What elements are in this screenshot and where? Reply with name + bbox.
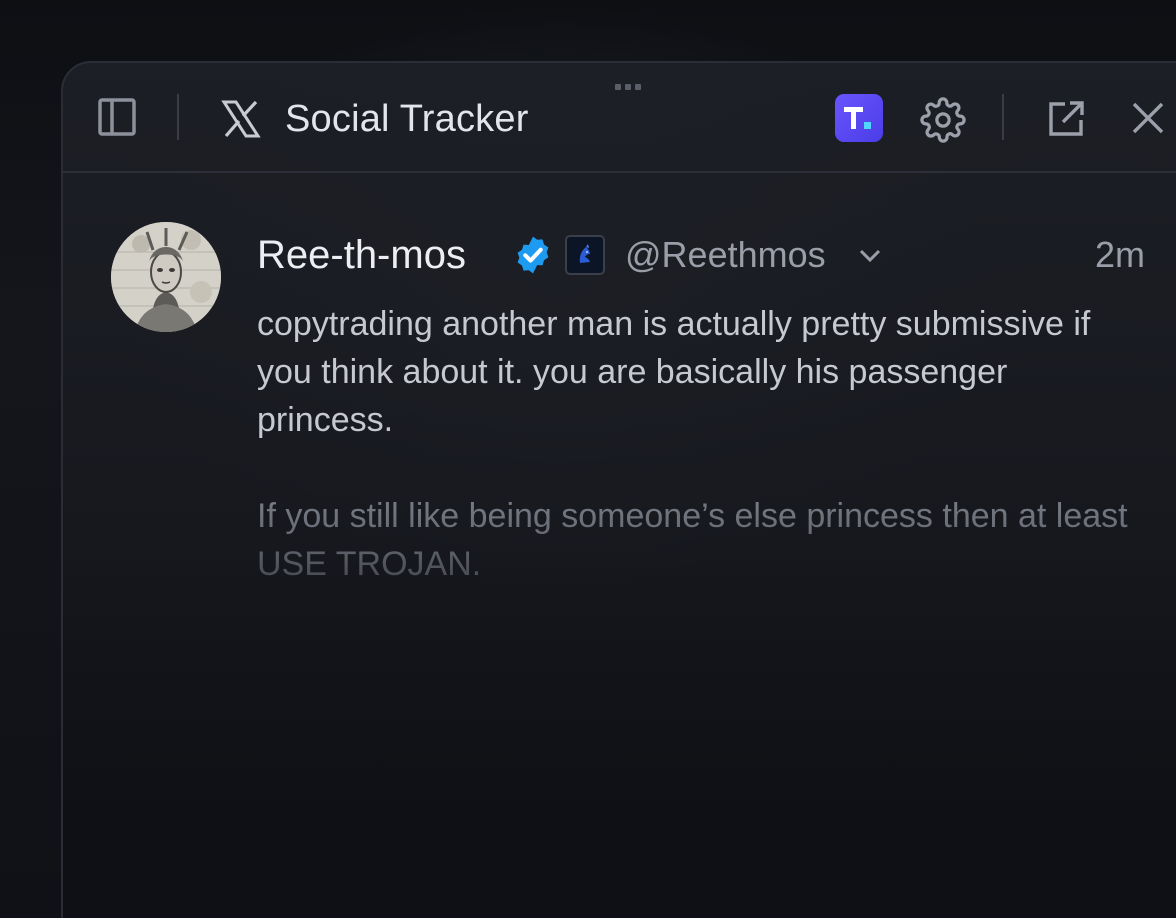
sidebar-toggle-icon[interactable]: [97, 96, 137, 138]
social-tracker-panel: Social Tracker Ree-th-mos @Reethmos 2m c…: [61, 61, 1176, 918]
display-name[interactable]: Ree-th-mos: [257, 232, 466, 278]
external-link-icon[interactable]: [1045, 98, 1087, 140]
window-title: Social Tracker: [285, 98, 529, 140]
panel-header: Social Tracker: [63, 63, 1176, 173]
tweet-header: Ree-th-mos @Reethmos 2m: [257, 230, 1157, 278]
tweet-body: copytrading another man is actually pret…: [257, 300, 1137, 588]
close-icon[interactable]: [1129, 99, 1167, 137]
user-handle[interactable]: @Reethmos: [625, 233, 826, 277]
verified-badge-icon: [512, 234, 554, 276]
tweet-paragraph: If you still like being someone’s else p…: [257, 497, 1128, 583]
x-logo-icon: [221, 100, 261, 138]
t-app-badge-icon[interactable]: [835, 94, 883, 142]
affiliate-badge-icon[interactable]: [565, 235, 605, 275]
tweet-paragraph: copytrading another man is actually pret…: [257, 305, 1091, 439]
bottom-fade: [63, 539, 1176, 918]
tweet-timestamp: 2m: [1094, 234, 1145, 275]
gear-icon[interactable]: [920, 97, 966, 143]
avatar[interactable]: [111, 222, 221, 332]
chevron-down-icon[interactable]: [857, 244, 883, 266]
header-divider: [177, 94, 179, 140]
header-divider: [1002, 94, 1004, 140]
stage: Social Tracker Ree-th-mos @Reethmos 2m c…: [0, 0, 1176, 918]
